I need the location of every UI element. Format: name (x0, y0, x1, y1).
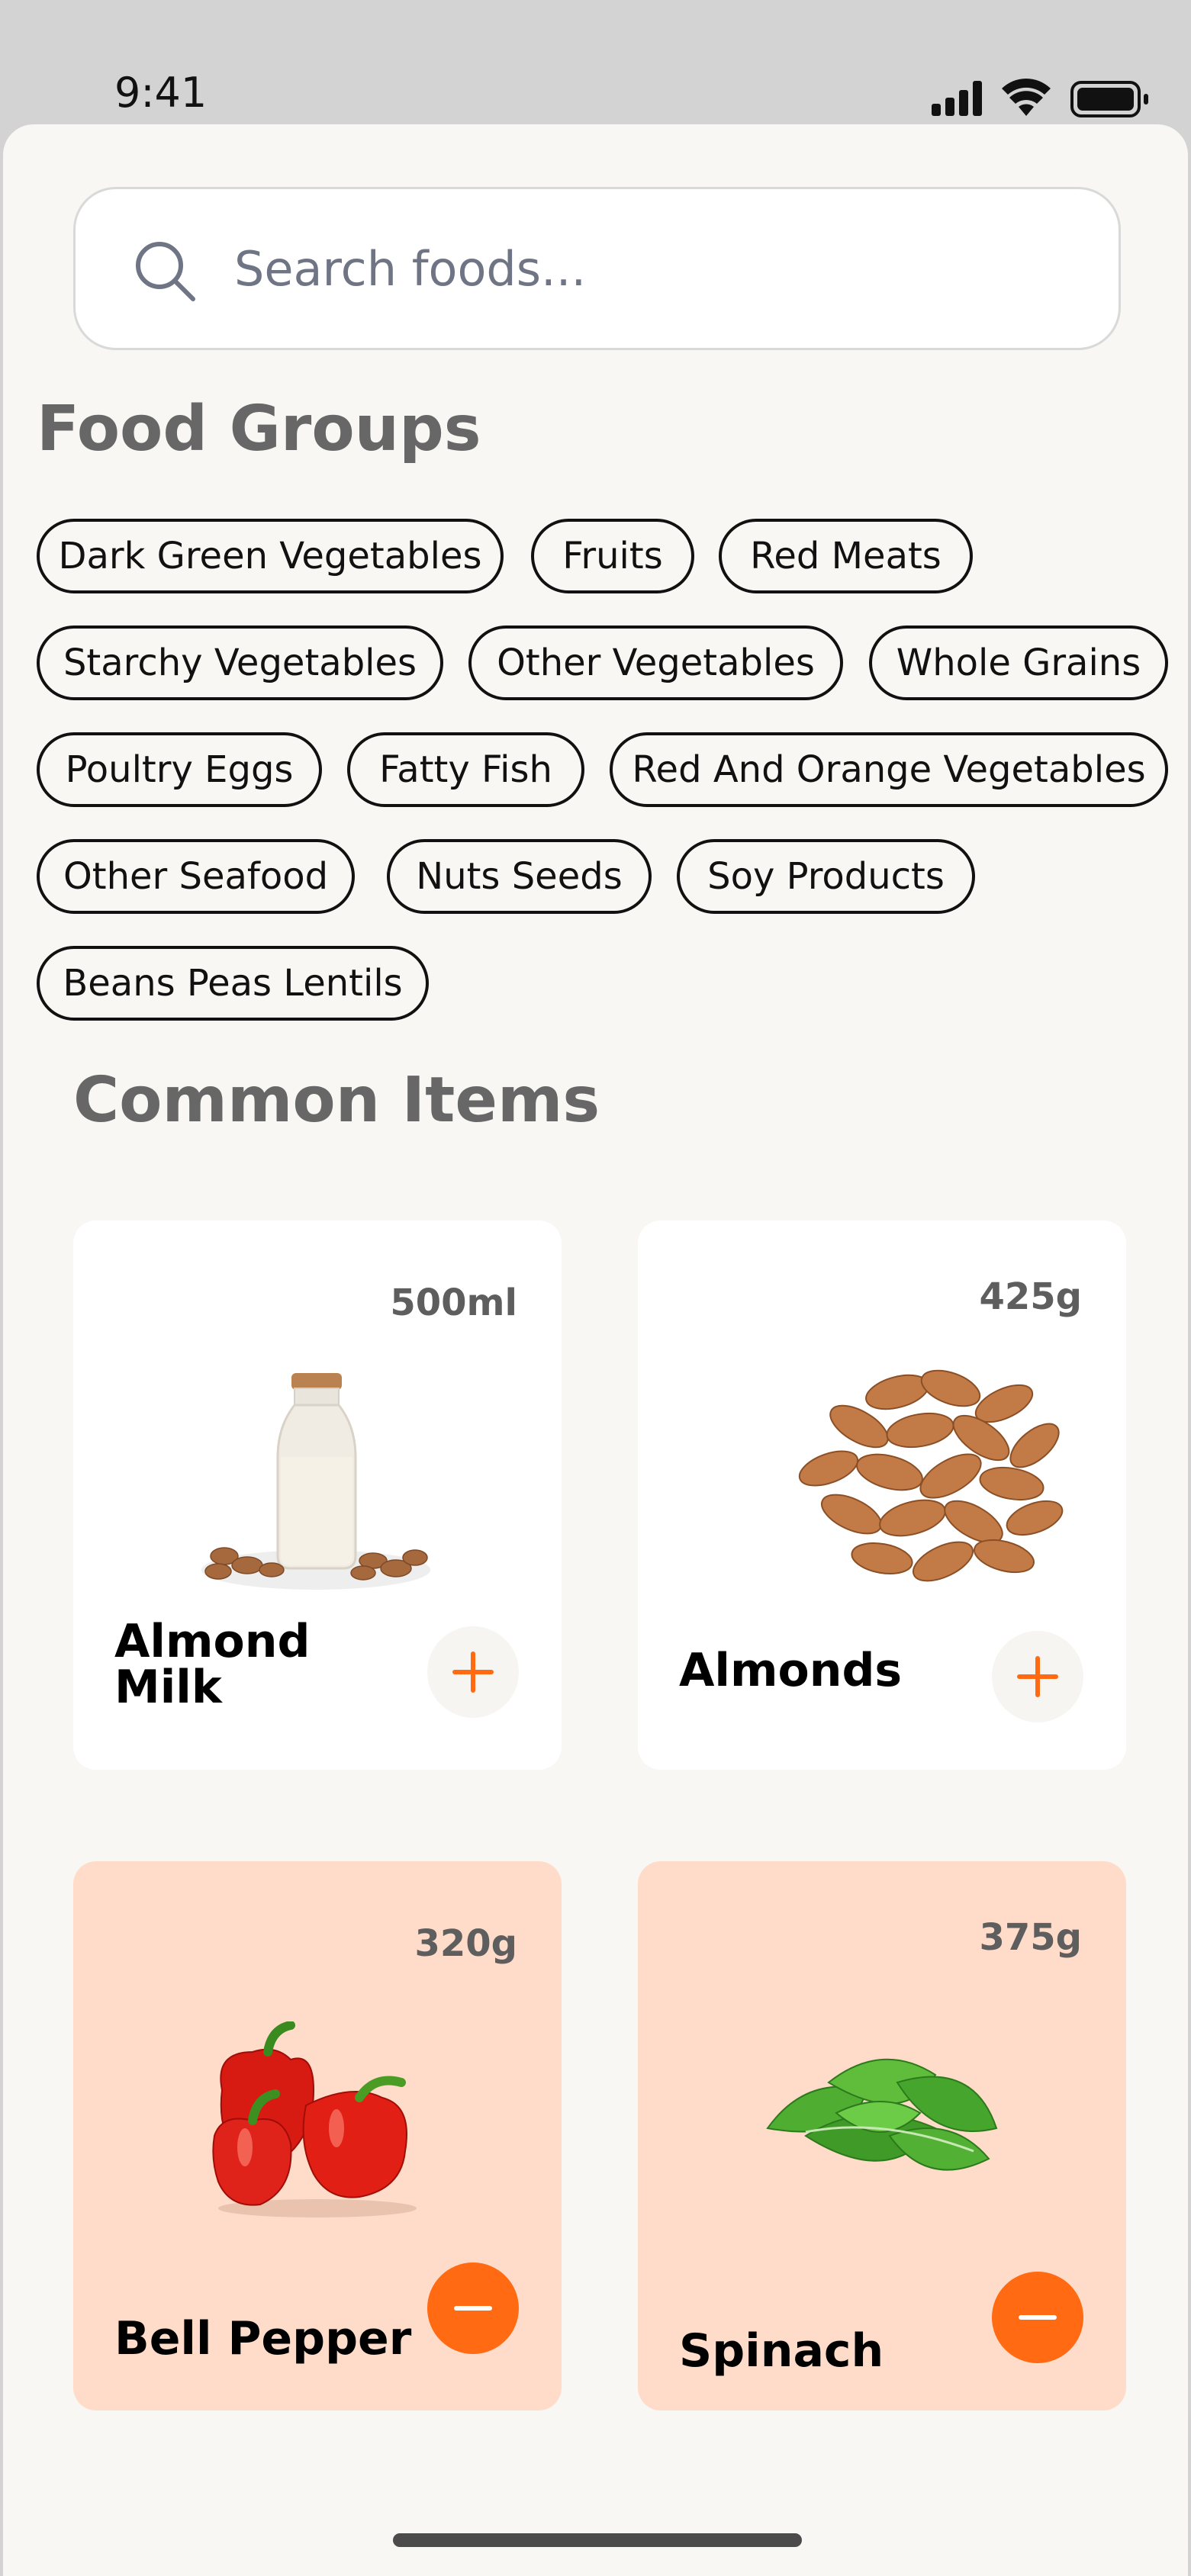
card-weight: 320g (414, 1922, 517, 1965)
chip-dark-green-vegetables[interactable]: Dark Green Vegetables (37, 519, 504, 593)
signal-icon (932, 81, 982, 116)
card-weight: 425g (979, 1275, 1082, 1318)
search-icon (136, 242, 195, 301)
remove-button[interactable] (427, 2262, 519, 2354)
battery-icon (1070, 81, 1148, 117)
food-groups-title: Food Groups (37, 393, 481, 465)
remove-button[interactable] (992, 2272, 1083, 2363)
chip-other-vegetables[interactable]: Other Vegetables (468, 626, 843, 700)
status-time: 9:41 (114, 69, 208, 117)
almond-milk-image (201, 1373, 430, 1596)
wifi-icon (1002, 79, 1051, 116)
minus-icon (1019, 2315, 1057, 2320)
chip-soy-products[interactable]: Soy Products (677, 839, 975, 914)
plus-icon (1017, 1656, 1058, 1697)
card-weight: 375g (979, 1916, 1082, 1959)
status-icons (932, 76, 1191, 122)
food-card-spinach[interactable]: 375g Spinach (638, 1861, 1126, 2410)
food-card-almonds[interactable]: 425g Almonds (638, 1220, 1126, 1770)
card-name: Almond Milk (114, 1615, 311, 1714)
home-indicator (393, 2533, 802, 2547)
chip-fruits[interactable]: Fruits (531, 519, 694, 593)
bell-pepper-image (212, 2021, 417, 2217)
chip-nuts-seeds[interactable]: Nuts Seeds (387, 839, 652, 914)
chip-red-and-orange-vegetables[interactable]: Red And Orange Vegetables (610, 732, 1168, 807)
chip-other-seafood[interactable]: Other Seafood (37, 839, 355, 914)
chip-beans-peas-lentils[interactable]: Beans Peas Lentils (37, 946, 429, 1021)
add-button[interactable] (427, 1626, 519, 1718)
search-placeholder: Search foods... (234, 241, 587, 297)
add-button[interactable] (992, 1631, 1083, 1722)
search-input[interactable]: Search foods... (73, 187, 1121, 350)
almonds-image (798, 1369, 1064, 1582)
spinach-image (766, 2058, 998, 2171)
card-weight: 500ml (390, 1282, 517, 1324)
food-card-almond-milk[interactable]: 500ml Almond Milk (73, 1220, 562, 1770)
status-bar: 9:41 (0, 0, 1191, 126)
chip-fatty-fish[interactable]: Fatty Fish (347, 732, 584, 807)
plus-icon (452, 1651, 494, 1693)
food-card-bell-pepper[interactable]: 320g Bell Pepper (73, 1861, 562, 2410)
chip-poultry-eggs[interactable]: Poultry Eggs (37, 732, 322, 807)
card-name: Spinach (679, 2324, 884, 2378)
common-items-title: Common Items (73, 1064, 600, 1137)
chip-whole-grains[interactable]: Whole Grains (869, 626, 1168, 700)
card-name: Bell Pepper (114, 2312, 412, 2365)
card-name: Almonds (679, 1644, 903, 1697)
chip-starchy-vegetables[interactable]: Starchy Vegetables (37, 626, 443, 700)
chip-red-meats[interactable]: Red Meats (719, 519, 973, 593)
minus-icon (454, 2306, 492, 2311)
